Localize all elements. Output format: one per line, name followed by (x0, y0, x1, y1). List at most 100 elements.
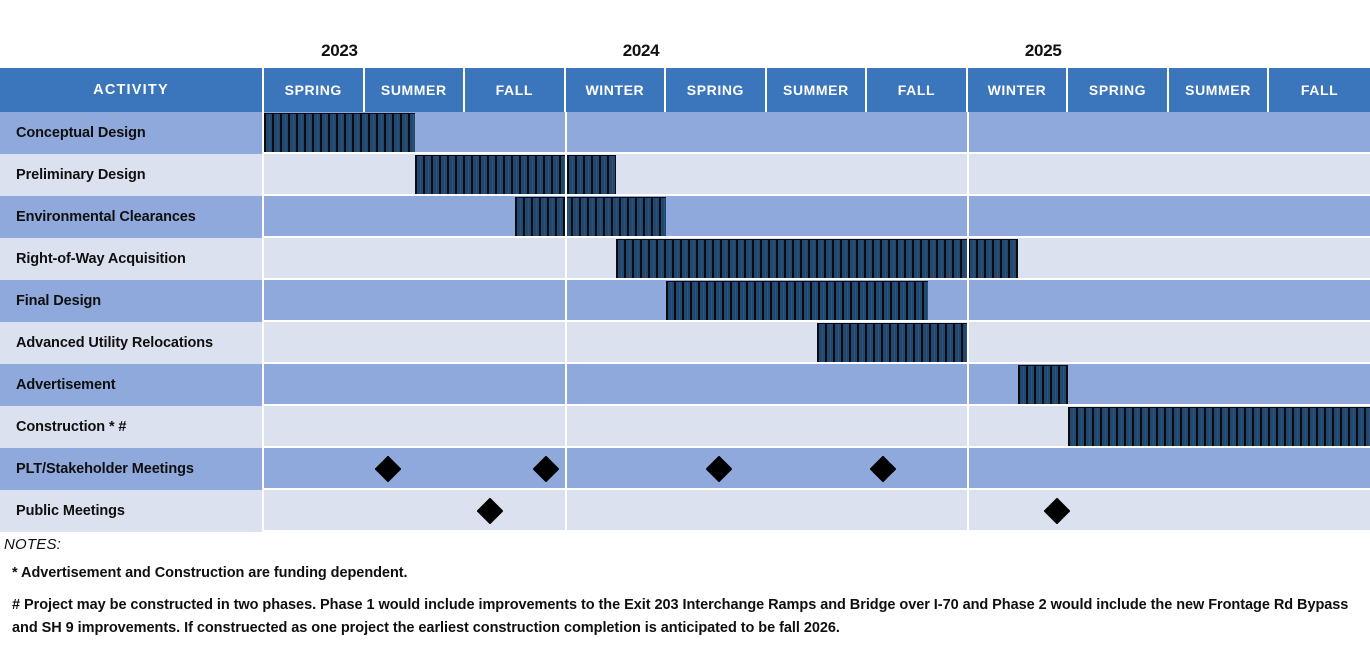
quarter-separator (1168, 154, 1170, 196)
quarter-separator (1168, 112, 1170, 154)
quarter-separator (364, 448, 366, 490)
quarter-separator (866, 154, 868, 196)
milestone-diamond-icon (476, 497, 504, 525)
quarter-separator (564, 196, 567, 238)
table-row: Preliminary Design (0, 154, 1370, 196)
quarter-separator (464, 280, 466, 322)
gantt-bar (817, 323, 968, 363)
quarter-separator (364, 154, 366, 196)
quarter-separator (966, 280, 969, 322)
quarter-separator (1067, 322, 1069, 364)
column-header-2024-spring: SPRING (666, 68, 767, 112)
quarter-separator (464, 322, 466, 364)
table-row: Advanced Utility Relocations (0, 322, 1370, 364)
quarter-separator (564, 490, 567, 532)
quarter-separator (966, 406, 969, 448)
quarter-separator (1168, 322, 1170, 364)
quarter-separator (1067, 238, 1069, 280)
table-row: Construction * # (0, 406, 1370, 448)
quarter-separator (1168, 280, 1170, 322)
quarter-separator (464, 196, 466, 238)
column-header-2023-spring: SPRING (264, 68, 365, 112)
quarter-separator (1067, 154, 1069, 196)
quarter-separator (1067, 448, 1069, 490)
table-row: Conceptual Design (0, 112, 1370, 154)
quarter-separator (364, 196, 366, 238)
quarter-separator (1168, 448, 1170, 490)
quarter-separator (1168, 364, 1170, 406)
gantt-bar (1018, 365, 1069, 405)
note-text: Project may be constructed in two phases… (12, 597, 1349, 636)
quarter-separator (364, 280, 366, 322)
quarter-separator (1067, 364, 1069, 406)
gantt-chart-page: 2023 2024 2025 ACTIVITY SPRING SUMMER FALL WI… (0, 0, 1370, 637)
quarter-separator (1268, 196, 1270, 238)
quarter-separator (1268, 280, 1270, 322)
milestone-diamond-icon (706, 455, 733, 483)
note-item: * Advertisement and Construction are fun… (12, 562, 1370, 584)
quarter-separator (665, 196, 667, 238)
table-row: Public Meetings (0, 490, 1370, 532)
column-header-2025-spring: SPRING (1068, 68, 1169, 112)
quarter-separator (766, 448, 768, 490)
quarter-separator (766, 364, 768, 406)
quarter-separator (564, 448, 567, 490)
quarter-separator (665, 364, 667, 406)
quarter-separator (364, 364, 366, 406)
quarter-separator (1168, 490, 1170, 532)
quarter-separator (966, 196, 969, 238)
column-header-2024-summer: SUMMER (767, 68, 868, 112)
timeline-track (264, 448, 1370, 490)
quarter-separator (665, 280, 667, 322)
quarter-separator (866, 364, 868, 406)
quarter-separator (464, 448, 466, 490)
activity-label: Right-of-Way Acquisition (0, 238, 264, 280)
schedule-table: ACTIVITY SPRING SUMMER FALL WINTER SPRING SUM… (0, 68, 1370, 532)
quarter-separator (866, 238, 868, 280)
row-separator (264, 404, 1370, 406)
column-header-2025-summer: SUMMER (1169, 68, 1270, 112)
quarter-separator (1268, 238, 1270, 280)
table-row: Right-of-Way Acquisition (0, 238, 1370, 280)
quarter-separator (1168, 238, 1170, 280)
timeline-track (264, 364, 1370, 406)
timeline-track (264, 196, 1370, 238)
quarter-separator (1168, 196, 1170, 238)
activity-label: Final Design (0, 280, 264, 322)
milestone-diamond-icon (869, 455, 897, 483)
quarter-separator (1268, 406, 1270, 448)
quarter-separator (866, 448, 868, 490)
quarter-separator (966, 112, 969, 154)
quarter-separator (665, 154, 667, 196)
column-header-2025-fall: FALL (1300, 82, 1339, 98)
quarter-separator (766, 280, 768, 322)
gantt-bar (515, 197, 667, 237)
quarter-separator (866, 112, 868, 154)
quarter-separator (665, 406, 667, 448)
note-item: # Project may be constructed in two phas… (12, 594, 1370, 639)
notes-list: * Advertisement and Construction are fun… (0, 562, 1370, 639)
quarter-separator (866, 196, 868, 238)
timeline-track (264, 280, 1370, 322)
quarter-separator (665, 322, 667, 364)
quarter-separator (866, 406, 868, 448)
quarter-separator (464, 154, 466, 196)
quarter-separator (866, 322, 868, 364)
quarter-separator (766, 196, 768, 238)
row-separator (264, 446, 1370, 448)
table-header-row: ACTIVITY SPRING SUMMER FALL WINTER SPRING SUM… (0, 68, 1370, 112)
milestone-diamond-icon (532, 455, 559, 483)
table-row: Advertisement (0, 364, 1370, 406)
table-row: Final Design (0, 280, 1370, 322)
row-separator (264, 236, 1370, 238)
quarter-separator (966, 364, 969, 406)
row-separator (264, 488, 1370, 490)
quarter-separator (1268, 112, 1270, 154)
quarter-separator (1067, 406, 1069, 448)
gantt-bar (414, 155, 616, 195)
quarter-separator (766, 154, 768, 196)
quarter-separator (665, 490, 667, 532)
row-separator (264, 194, 1370, 196)
year-label-2025: 2025 (1024, 41, 1062, 60)
quarter-separator (564, 154, 567, 196)
